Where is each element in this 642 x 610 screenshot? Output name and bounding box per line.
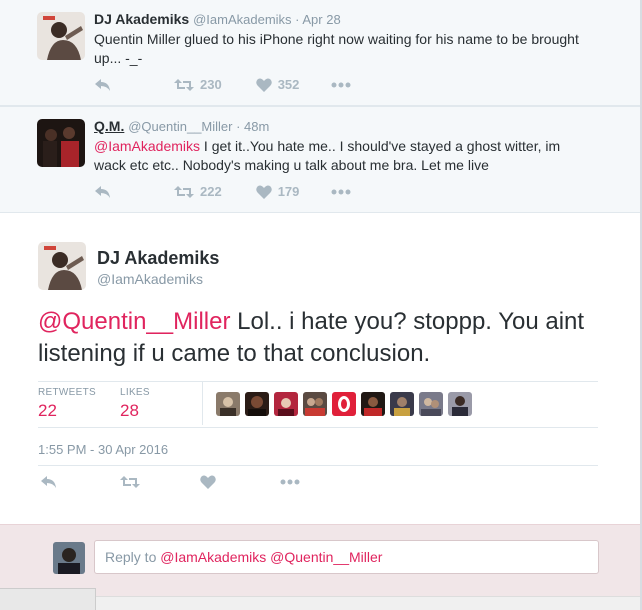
avatar[interactable] [38, 242, 86, 290]
author-name[interactable]: DJ Akademiks [97, 248, 219, 269]
liker-avatar[interactable] [448, 392, 472, 416]
avatar[interactable] [37, 119, 85, 167]
liker-avatar[interactable] [332, 392, 356, 416]
divider [38, 381, 598, 382]
more-button[interactable] [280, 479, 300, 485]
author-handle[interactable]: @IamAkademiks [193, 12, 291, 27]
retweet-button[interactable]: 222 [174, 184, 222, 199]
reply-icon [95, 185, 110, 198]
tweet-text: @Quentin__Miller Lol.. i hate you? stopp… [38, 306, 618, 370]
mention-link[interactable]: @IamAkademiks [94, 138, 200, 154]
tweet-text-line: up... -_- [94, 50, 143, 66]
likes-count[interactable]: 28 [120, 401, 139, 421]
retweet-button[interactable] [120, 475, 140, 489]
divider [38, 427, 598, 428]
horizontal-scrollbar[interactable] [0, 596, 642, 610]
heart-icon [200, 475, 216, 489]
reply-mention: @Quentin__Miller [270, 549, 383, 565]
reply-icon [41, 476, 56, 488]
more-button[interactable] [331, 82, 351, 88]
tweet-text-line: wack etc etc.. Nobody's making u talk ab… [94, 157, 489, 173]
tweet-text: Quentin Miller glued to his iPhone right… [94, 30, 614, 68]
scrollbar-thumb[interactable] [0, 588, 96, 610]
reply-button[interactable] [94, 185, 112, 199]
liker-avatar[interactable] [390, 392, 414, 416]
separator: · [291, 12, 303, 27]
context-tweet-1[interactable]: DJ Akademiks @IamAkademiks · Apr 28 Quen… [0, 0, 642, 106]
mention-link[interactable]: @Quentin__Miller [38, 308, 230, 335]
liker-avatar[interactable] [216, 392, 240, 416]
liker-avatar[interactable] [274, 392, 298, 416]
like-count: 179 [277, 184, 300, 199]
like-button[interactable] [200, 475, 216, 489]
avatar[interactable] [37, 12, 85, 60]
like-button[interactable]: 352 [255, 77, 300, 92]
reply-prefix: Reply to [105, 549, 161, 565]
more-icon [331, 82, 351, 87]
tweet-text-line: Quentin Miller glued to his iPhone right… [94, 31, 579, 47]
retweets-count[interactable]: 22 [38, 401, 57, 421]
reply-mention: @IamAkademiks [160, 549, 267, 565]
heart-icon [255, 185, 272, 199]
retweet-count: 222 [200, 184, 222, 199]
reply-icon [95, 78, 110, 91]
more-icon [280, 479, 300, 485]
like-count: 352 [277, 77, 300, 92]
tweet-text-fragment: I get it..You hate me.. I should've stay… [200, 138, 561, 154]
retweet-button[interactable]: 230 [174, 77, 222, 92]
divider [38, 465, 598, 466]
like-button[interactable]: 179 [255, 184, 300, 199]
stat-divider [202, 382, 203, 425]
more-icon [331, 189, 351, 194]
retweet-icon [174, 185, 194, 198]
liker-avatar[interactable] [303, 392, 327, 416]
separator: · [232, 119, 245, 134]
tweet-text-line: @IamAkademiks I get it..You hate me.. I … [94, 137, 614, 156]
reply-input[interactable]: Reply to @IamAkademiks @Quentin__Miller [94, 540, 599, 574]
more-button[interactable] [331, 189, 351, 195]
reply-button[interactable] [94, 78, 112, 92]
reply-button[interactable] [40, 475, 58, 489]
context-tweet-2[interactable]: Q.M. @Quentin__Miller · 48m @IamAkademik… [0, 106, 642, 213]
retweet-count: 230 [200, 77, 222, 92]
tweet-time[interactable]: 48m [244, 119, 269, 134]
current-user-avatar[interactable] [53, 542, 85, 574]
author-name[interactable]: Q.M. [94, 118, 124, 134]
tweet-text: @IamAkademiks I get it..You hate me.. I … [94, 137, 614, 175]
heart-icon [255, 78, 272, 92]
tweet-time[interactable]: Apr 28 [302, 12, 340, 27]
author-name[interactable]: DJ Akademiks [94, 11, 189, 27]
author-handle[interactable]: @Quentin__Miller [128, 119, 232, 134]
retweet-icon [120, 476, 140, 488]
liker-avatar[interactable] [245, 392, 269, 416]
liker-avatar[interactable] [361, 392, 385, 416]
author-handle[interactable]: @IamAkademiks [97, 271, 203, 287]
tweet-timestamp[interactable]: 1:55 PM - 30 Apr 2016 [38, 442, 168, 457]
likes-label[interactable]: LIKES [120, 387, 150, 398]
liker-avatar[interactable] [419, 392, 443, 416]
retweet-icon [174, 78, 194, 91]
retweets-label[interactable]: RETWEETS [38, 387, 96, 398]
